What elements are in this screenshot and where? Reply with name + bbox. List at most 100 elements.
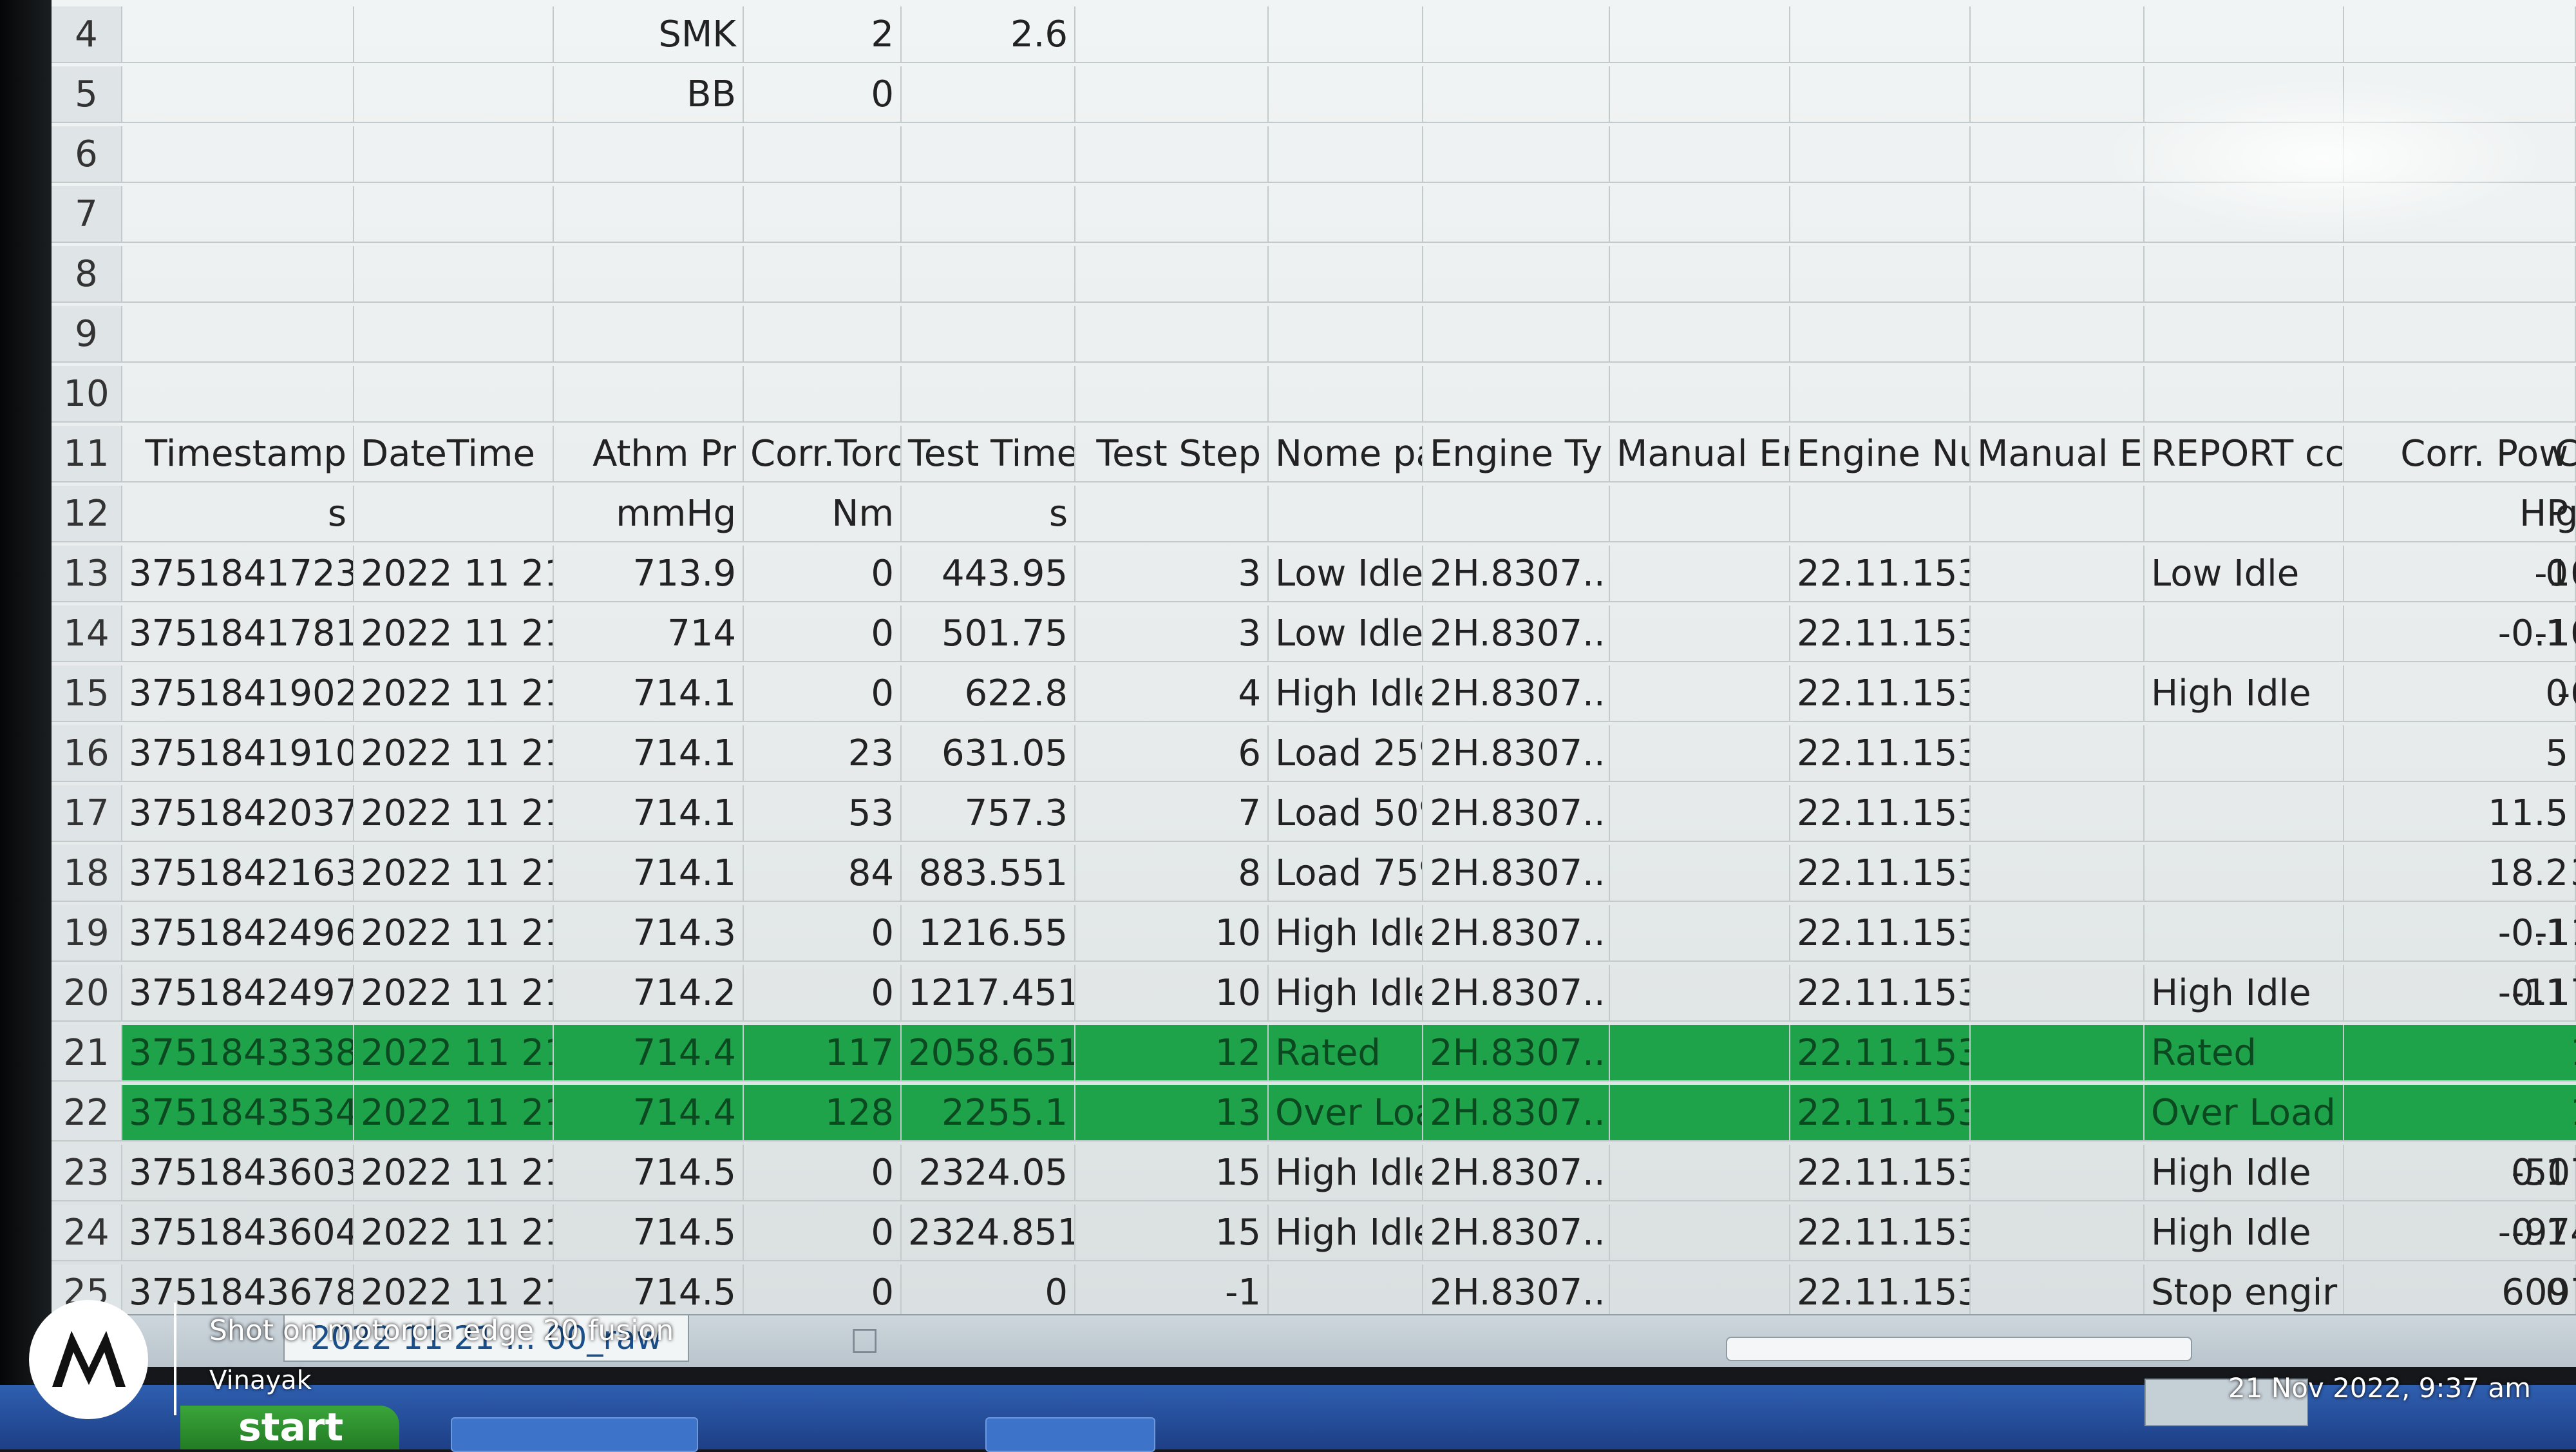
table-cell[interactable]: 2022 11 21: [354, 845, 554, 902]
table-cell[interactable]: 714.1: [554, 665, 744, 722]
table-cell[interactable]: [1971, 186, 2145, 243]
table-cell[interactable]: [2145, 606, 2344, 662]
table-cell[interactable]: Corr.Torqu: [744, 426, 902, 482]
table-cell[interactable]: High Idle: [2145, 965, 2344, 1022]
table-cell[interactable]: [1610, 1085, 1790, 1142]
table-cell[interactable]: 2: [744, 6, 902, 63]
table-cell[interactable]: [354, 126, 554, 183]
table-cell[interactable]: Low Idle: [1269, 606, 1423, 662]
table-cell[interactable]: Low Idle: [2145, 546, 2344, 602]
table-cell[interactable]: High Idle: [1269, 965, 1423, 1022]
table-cell[interactable]: [1423, 66, 1610, 123]
table-cell[interactable]: -97479: [2467, 1205, 2576, 1261]
table-cell[interactable]: [2145, 845, 2344, 902]
table-cell[interactable]: [902, 306, 1075, 363]
table-cell[interactable]: [902, 66, 1075, 123]
table-cell[interactable]: -11742: [2467, 965, 2576, 1022]
table-cell[interactable]: [1269, 246, 1423, 303]
table-cell[interactable]: Over Load: [1269, 1085, 1423, 1142]
table-cell[interactable]: [1269, 486, 1423, 542]
table-cell[interactable]: 2H.8307...: [1423, 546, 1610, 602]
table-cell[interactable]: [744, 186, 902, 243]
table-cell[interactable]: Load 25%: [1269, 725, 1423, 782]
table-cell[interactable]: 2255.1: [902, 1085, 1075, 1142]
table-cell[interactable]: [122, 306, 354, 363]
table-cell[interactable]: High Idle: [1269, 1145, 1423, 1201]
table-cell[interactable]: [554, 186, 744, 243]
table-cell[interactable]: 166: [2467, 1025, 2576, 1082]
table-cell[interactable]: s: [122, 486, 354, 542]
table-cell[interactable]: 1217.451: [902, 965, 1075, 1022]
table-cell[interactable]: [902, 126, 1075, 183]
table-cell[interactable]: [1971, 306, 2145, 363]
table-cell[interactable]: 0: [744, 606, 902, 662]
table-cell[interactable]: Load 75%: [1269, 845, 1423, 902]
table-cell[interactable]: [1790, 66, 1971, 123]
table-cell[interactable]: 714.4: [554, 1025, 744, 1082]
table-cell[interactable]: 2022 11 21: [354, 965, 554, 1022]
table-cell[interactable]: [554, 246, 744, 303]
table-cell[interactable]: [1610, 1145, 1790, 1201]
table-cell[interactable]: 3751841902: [122, 665, 354, 722]
table-cell[interactable]: [1075, 66, 1269, 123]
table-cell[interactable]: 171: [2467, 1085, 2576, 1142]
table-cell[interactable]: Stop engir: [2145, 1265, 2344, 1321]
table-cell[interactable]: mmHg: [554, 486, 744, 542]
table-cell[interactable]: [1971, 1265, 2145, 1321]
table-cell[interactable]: Nm: [744, 486, 902, 542]
table-cell[interactable]: [2145, 6, 2344, 63]
table-cell[interactable]: [1269, 1265, 1423, 1321]
row-header[interactable]: 4: [52, 6, 122, 63]
table-cell[interactable]: -663: [2467, 665, 2576, 722]
table-cell[interactable]: Test Step: [1075, 426, 1269, 482]
table-cell[interactable]: 55: [2467, 785, 2576, 842]
table-cell[interactable]: [122, 6, 354, 63]
table-cell[interactable]: [2467, 306, 2576, 363]
table-cell[interactable]: [1610, 1265, 1790, 1321]
row-header[interactable]: 23: [52, 1145, 122, 1201]
table-cell[interactable]: 2022 11 21: [354, 1205, 554, 1261]
row-header[interactable]: 15: [52, 665, 122, 722]
table-cell[interactable]: 3: [1075, 546, 1269, 602]
table-cell[interactable]: High Idle: [2145, 665, 2344, 722]
table-cell[interactable]: 22.11.1535: [1790, 1145, 1971, 1201]
table-cell[interactable]: [354, 366, 554, 423]
taskbar-button-1[interactable]: [451, 1417, 698, 1452]
table-cell[interactable]: [1971, 785, 2145, 842]
table-cell[interactable]: 2H.8307...: [1423, 1145, 1610, 1201]
table-cell[interactable]: SMK: [554, 6, 744, 63]
table-cell[interactable]: [1269, 126, 1423, 183]
table-cell[interactable]: [1971, 665, 2145, 722]
table-cell[interactable]: 0: [744, 905, 902, 962]
table-cell[interactable]: [1971, 246, 2145, 303]
table-cell[interactable]: [1610, 905, 1790, 962]
table-cell[interactable]: [354, 486, 554, 542]
table-cell[interactable]: [902, 186, 1075, 243]
table-cell[interactable]: [1971, 126, 2145, 183]
table-cell[interactable]: 714: [554, 606, 744, 662]
row-header[interactable]: 17: [52, 785, 122, 842]
table-cell[interactable]: [1790, 126, 1971, 183]
table-cell[interactable]: 2H.8307...: [1423, 665, 1610, 722]
table-cell[interactable]: 22.11.1535: [1790, 1085, 1971, 1142]
row-header[interactable]: 13: [52, 546, 122, 602]
table-cell[interactable]: High Idle: [1269, 665, 1423, 722]
table-cell[interactable]: [1790, 6, 1971, 63]
table-cell[interactable]: [1971, 546, 2145, 602]
table-cell[interactable]: 2H.8307...: [1423, 1085, 1610, 1142]
table-cell[interactable]: 3751841723: [122, 546, 354, 602]
table-cell[interactable]: s: [902, 486, 1075, 542]
row-header[interactable]: 5: [52, 66, 122, 123]
table-cell[interactable]: 2022 11 21: [354, 1265, 554, 1321]
row-header[interactable]: 7: [52, 186, 122, 243]
table-cell[interactable]: 12: [1075, 1025, 1269, 1082]
table-cell[interactable]: 22.11.1535: [1790, 845, 1971, 902]
table-cell[interactable]: 0: [744, 665, 902, 722]
table-cell[interactable]: Rated: [1269, 1025, 1423, 1082]
table-cell[interactable]: [1971, 66, 2145, 123]
table-cell[interactable]: 99: [2467, 725, 2576, 782]
table-cell[interactable]: 714.4: [554, 1085, 744, 1142]
table-cell[interactable]: [1423, 186, 1610, 243]
table-cell[interactable]: 0: [744, 1205, 902, 1261]
table-cell[interactable]: [1075, 6, 1269, 63]
